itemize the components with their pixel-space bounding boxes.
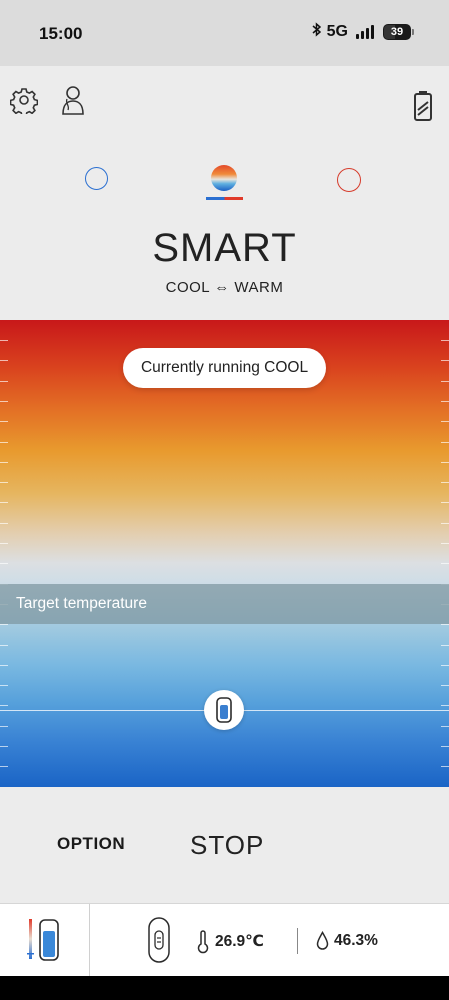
scale-tick [0, 461, 8, 463]
humidity-icon [316, 930, 329, 951]
scale-tick [441, 360, 449, 362]
scale-tick [0, 522, 8, 524]
scale-tick [441, 664, 449, 666]
scale-tick [0, 340, 8, 341]
scale-tick [441, 421, 449, 423]
scale-tick [0, 502, 8, 504]
scale-tick [0, 543, 8, 544]
running-status-pill: Currently running COOL [123, 348, 326, 388]
scale-tick [441, 644, 449, 646]
status-bar: 15:00 5G 39 [0, 0, 449, 66]
device-icon [216, 697, 232, 723]
gear-icon[interactable] [9, 86, 39, 117]
slider-handle[interactable] [204, 690, 244, 730]
target-temperature-band[interactable]: Target temperature [0, 584, 449, 624]
status-time: 15:00 [39, 24, 83, 43]
scale-tick [441, 705, 449, 707]
scale-tick [441, 482, 449, 484]
scale-tick [441, 461, 449, 463]
scale-tick [0, 563, 8, 565]
sensor-icon [148, 916, 170, 964]
scale-tick [0, 400, 8, 402]
signal-icon [356, 24, 374, 39]
mode-smart-button[interactable] [211, 165, 237, 191]
battery-level: 39 [390, 25, 404, 38]
scale-tick [0, 664, 8, 666]
bottom-bar: 26.9℃ 46.3% [0, 903, 449, 977]
scale-tick [441, 766, 449, 768]
scale-tick [0, 380, 8, 382]
mode-subtitle: COOL ⇔ WARM [165, 279, 284, 296]
stats-divider [297, 928, 298, 954]
scale-tick [441, 725, 449, 727]
scale-tick [0, 725, 8, 727]
target-temperature-label: Target temperature [16, 595, 147, 612]
scale-tick [0, 421, 8, 423]
scale-tick [441, 685, 449, 687]
scale-tick [441, 340, 449, 341]
scale-tick [0, 766, 8, 768]
app-header: SMART COOL ⇔ WARM [0, 66, 449, 320]
scale-tick [441, 522, 449, 524]
scale-tick [0, 624, 8, 626]
scale-tick [0, 746, 8, 747]
scale-tick [0, 482, 8, 484]
selected-mode-indicator [206, 197, 243, 200]
temperature-value: 26.9℃ [215, 933, 264, 950]
scale-tick [0, 360, 8, 362]
scale-tick [441, 563, 449, 565]
scale-tick [0, 441, 8, 443]
scale-ticks-left [0, 320, 10, 787]
stop-button[interactable]: STOP [190, 830, 264, 861]
person-icon[interactable] [58, 84, 86, 116]
scale-tick [441, 624, 449, 626]
scale-tick [441, 441, 449, 443]
mode-cool-button[interactable] [85, 167, 108, 190]
scale-tick [441, 502, 449, 504]
scale-tick [0, 705, 8, 707]
home-indicator-area [0, 976, 449, 1000]
bottom-divider [89, 904, 90, 977]
thermometer-icon [197, 930, 209, 954]
status-icons: 5G 39 [312, 22, 414, 41]
device-mini-icon[interactable] [26, 916, 62, 964]
scale-tick [0, 644, 8, 646]
option-button[interactable]: OPTION [57, 834, 125, 854]
mode-warm-button[interactable] [337, 168, 361, 192]
battery-icon: 39 [383, 23, 414, 40]
temperature-slider-panel[interactable]: Currently running COOL Target temperatur… [0, 320, 449, 787]
scale-tick [441, 543, 449, 544]
scale-tick [441, 380, 449, 382]
bluetooth-icon [312, 22, 321, 41]
scale-ticks-right [439, 320, 449, 787]
device-battery-icon[interactable] [412, 90, 434, 122]
scale-tick [441, 746, 449, 747]
mode-title: SMART [152, 226, 297, 270]
scale-tick [0, 685, 8, 687]
network-label: 5G [326, 22, 348, 40]
humidity-value: 46.3% [334, 932, 378, 949]
scale-tick [441, 400, 449, 402]
